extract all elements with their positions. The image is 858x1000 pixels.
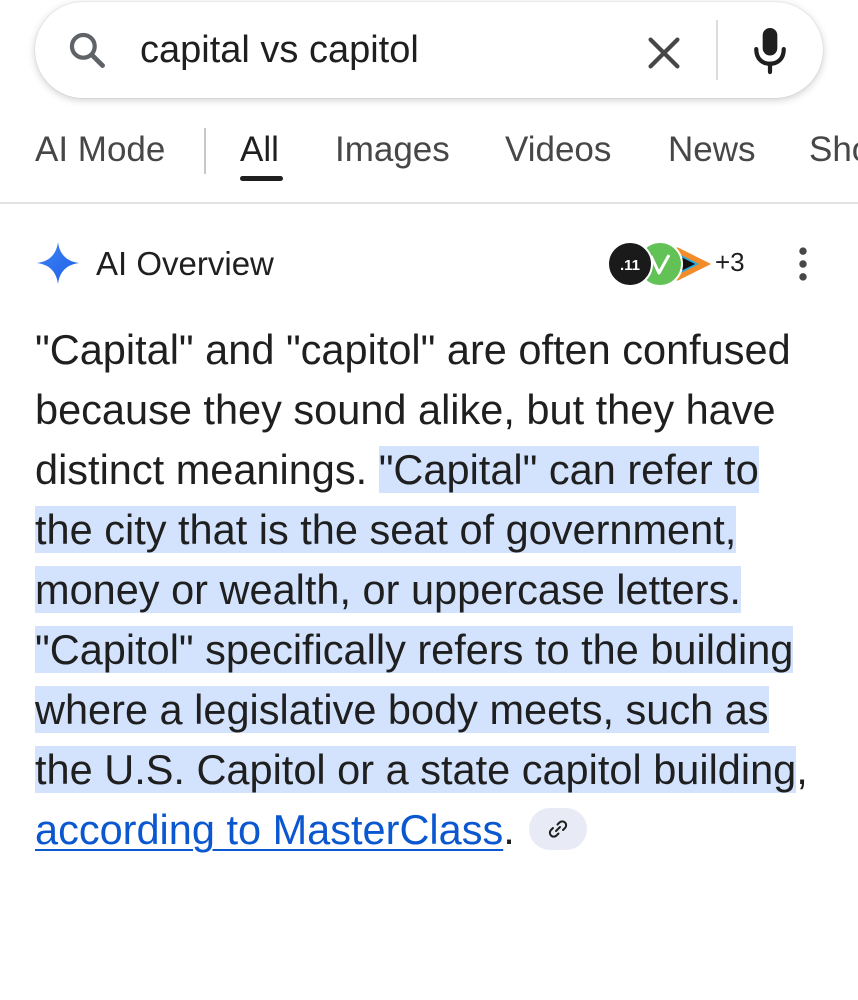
sparkle-icon xyxy=(36,241,80,285)
search-tabs: AI Mode All Images Videos News Sho xyxy=(0,120,858,204)
tab-ai-mode[interactable]: AI Mode xyxy=(35,128,165,172)
tab-separator xyxy=(204,128,206,174)
highlight-capitol-definition: "Capitol" specifically refers to the bui… xyxy=(35,626,797,793)
tab-shopping[interactable]: Sho xyxy=(809,128,858,172)
source-link-chip[interactable] xyxy=(528,808,587,851)
period: . xyxy=(503,806,515,853)
active-tab-indicator xyxy=(240,176,283,181)
microphone-icon[interactable] xyxy=(748,24,792,76)
citation-link[interactable]: according to MasterClass xyxy=(35,806,503,853)
ai-overview-text: "Capital" and "capitol" are often confus… xyxy=(35,320,825,860)
tab-videos[interactable]: Videos xyxy=(505,128,611,172)
search-icon[interactable] xyxy=(65,28,109,72)
ai-overview-title: AI Overview xyxy=(96,245,274,282)
svg-text:.11: .11 xyxy=(620,257,640,274)
source-logo-1[interactable]: .11 xyxy=(607,241,653,287)
tab-news[interactable]: News xyxy=(668,128,756,172)
more-sources-count[interactable]: +3 xyxy=(715,245,745,279)
tab-all[interactable]: All xyxy=(240,128,279,172)
tab-images[interactable]: Images xyxy=(335,128,450,172)
search-bar[interactable]: capital vs capitol xyxy=(35,2,823,98)
more-vertical-icon[interactable] xyxy=(785,244,821,284)
source-avatars[interactable]: .11 xyxy=(607,241,717,287)
ai-overview-header: AI Overview .11 +3 xyxy=(35,238,825,290)
search-divider xyxy=(716,20,718,80)
comma: , xyxy=(796,746,808,793)
link-icon xyxy=(548,820,567,838)
close-icon[interactable] xyxy=(641,30,687,76)
search-input[interactable]: capital vs capitol xyxy=(140,26,419,74)
